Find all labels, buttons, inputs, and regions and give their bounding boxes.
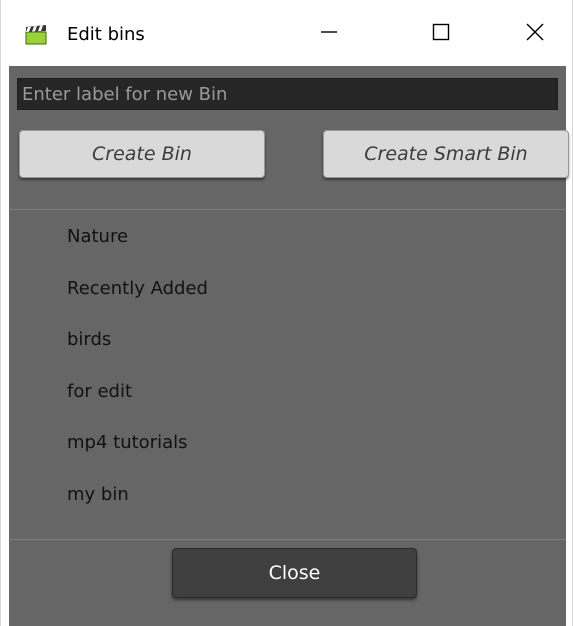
create-bin-button[interactable]: Create Bin [19,130,265,178]
list-item[interactable]: mp4 tutorials [9,417,566,469]
maximize-button[interactable] [413,12,469,56]
divider [9,539,566,540]
minimize-button[interactable] [301,12,357,56]
divider [9,209,566,210]
list-item[interactable]: birds [9,314,566,366]
window-title: Edit bins [67,24,145,45]
title-bar[interactable]: Edit bins [1,0,572,66]
edit-bins-dialog: Edit bins Create Bin Create Smart Bin Na… [0,0,573,626]
create-smart-bin-button[interactable]: Create Smart Bin [323,130,569,178]
list-item[interactable]: for edit [9,366,566,418]
list-item[interactable]: Recently Added [9,263,566,315]
list-item[interactable]: my bin [9,469,566,521]
bin-list: Nature Recently Added birds for edit mp4… [9,211,566,520]
bin-label-input[interactable] [17,78,558,110]
maximize-icon [431,22,451,46]
list-item[interactable]: Nature [9,211,566,263]
clapperboard-icon [25,25,47,45]
close-icon [524,21,546,47]
window-close-button[interactable] [507,12,563,56]
minimize-icon [319,22,339,46]
dialog-content: Create Bin Create Smart Bin Nature Recen… [9,66,569,626]
close-button[interactable]: Close [172,548,417,598]
